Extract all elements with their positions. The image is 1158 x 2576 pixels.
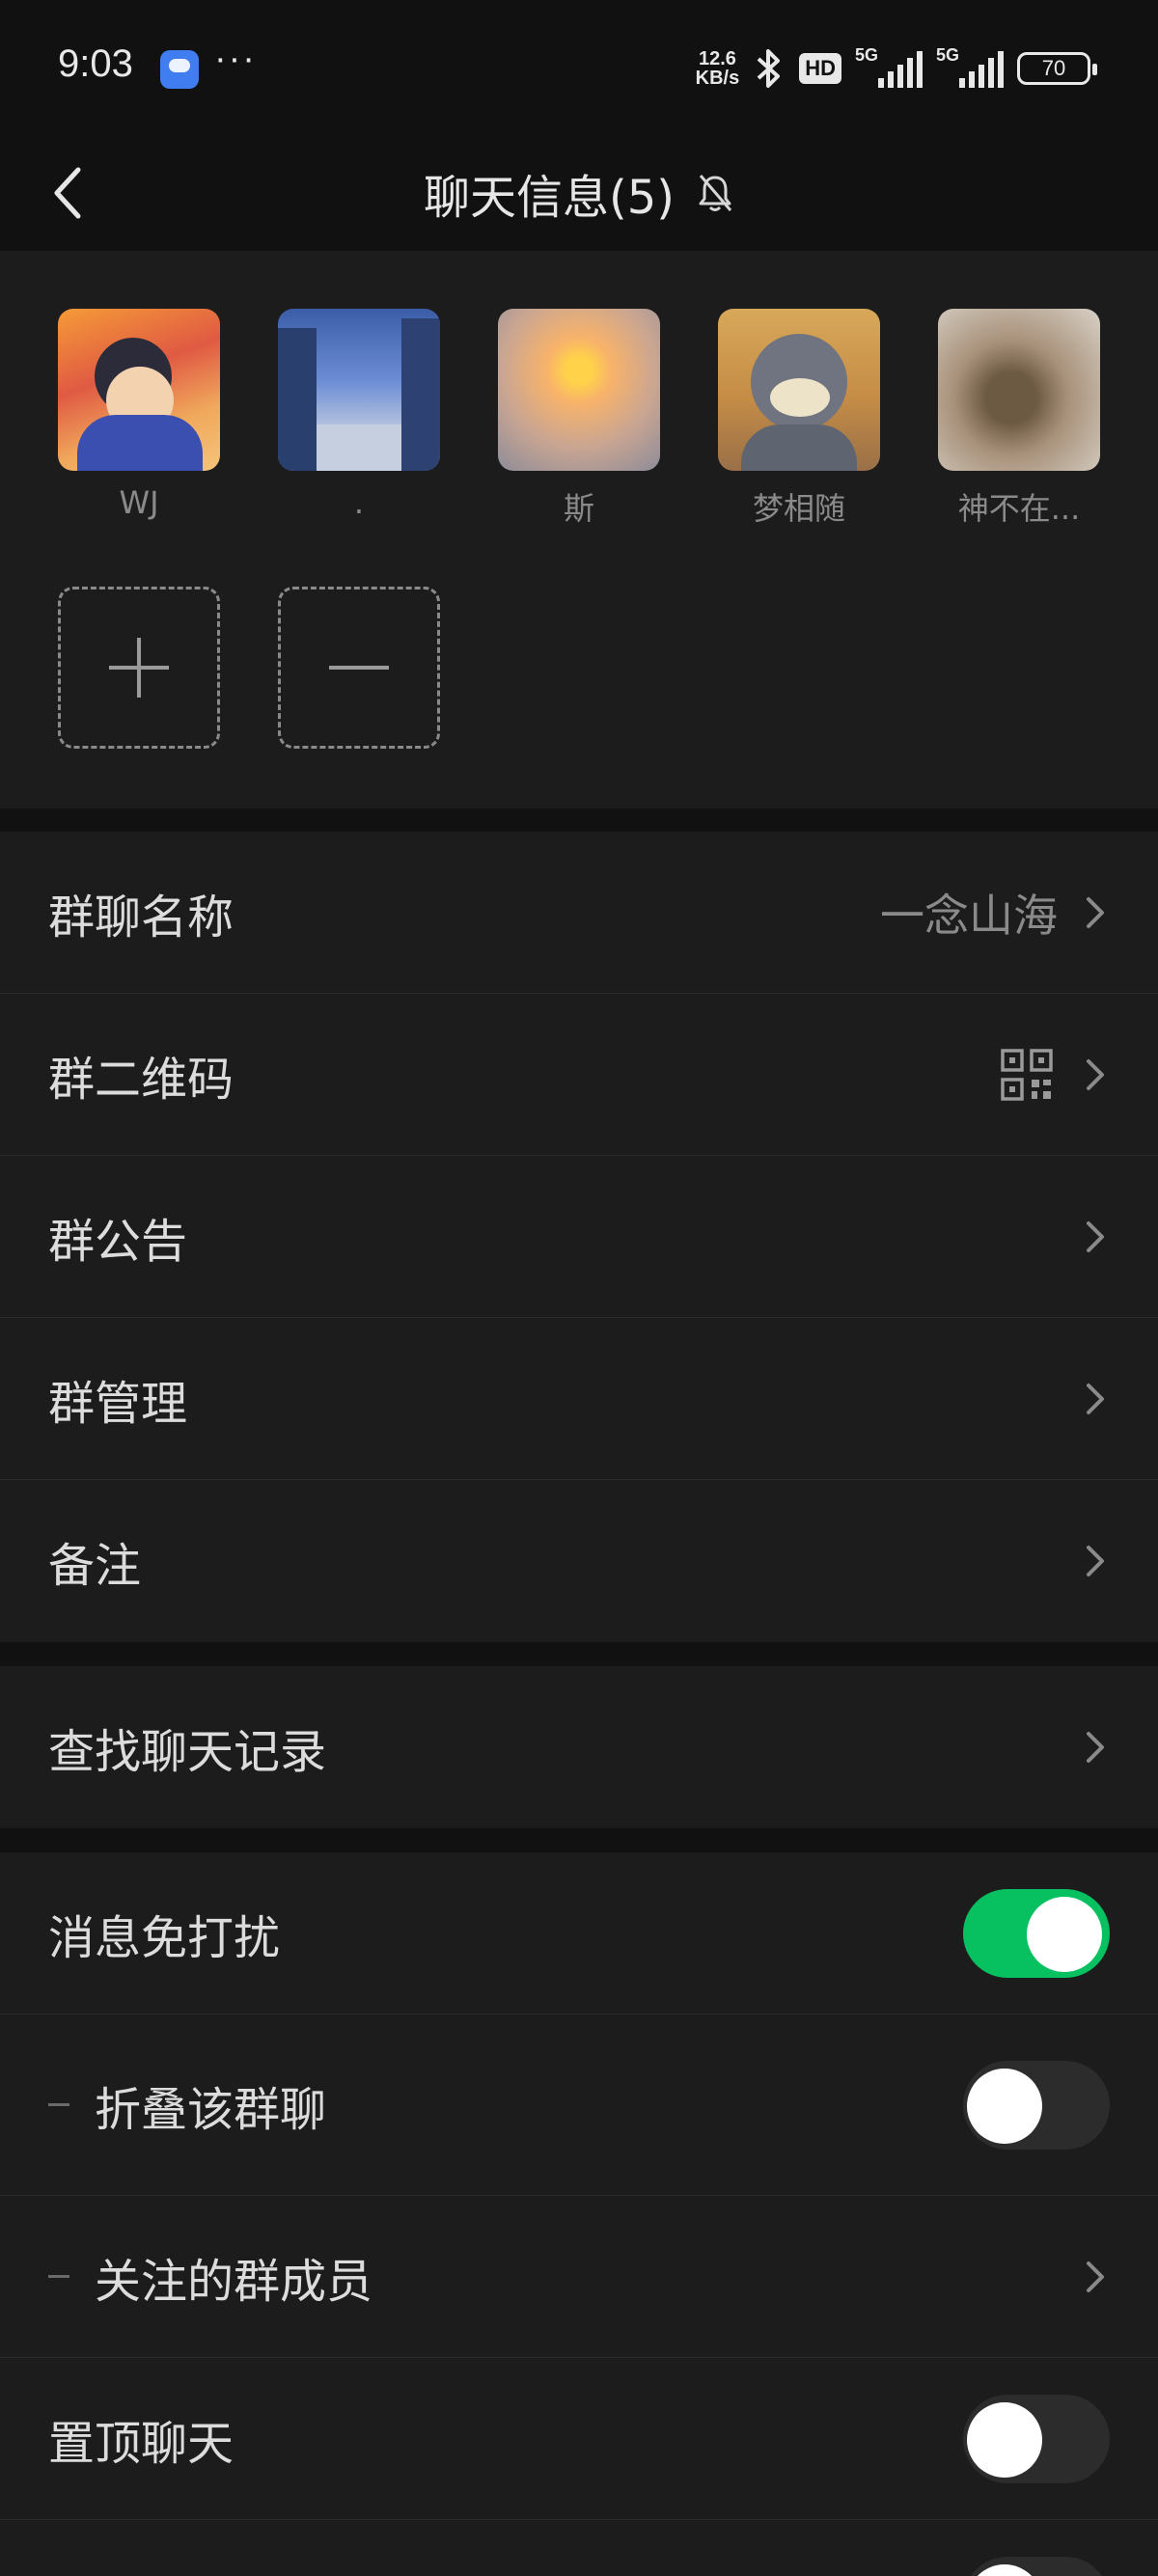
pin-chat-label: 置顶聊天 (48, 2416, 234, 2471)
mute-toggle[interactable] (963, 1888, 1110, 1978)
app-notification-icon (160, 50, 199, 89)
plus-icon (109, 638, 169, 698)
bluetooth-icon (757, 49, 781, 88)
member-name: 梦相随 (752, 490, 845, 527)
group-settings-section: 群聊名称 一念山海 群二维码 群公告 群管理 备注 (0, 832, 1158, 1642)
group-manage-row[interactable]: 群管理 (0, 1318, 1158, 1480)
toggle-knob (967, 2068, 1042, 2144)
group-name-value: 一念山海 (880, 889, 1058, 942)
member-name: . (353, 484, 365, 521)
search-history-label: 查找聊天记录 (48, 1725, 327, 1779)
add-member-button[interactable] (58, 587, 220, 749)
nav-title: 聊天信息(5) (0, 135, 1158, 251)
avatar (498, 309, 660, 471)
pin-chat-row: 置顶聊天 (0, 2358, 1158, 2520)
toggle-knob (967, 2564, 1042, 2576)
member-item[interactable]: 斯 (498, 309, 660, 529)
avatar (58, 309, 220, 471)
next-row-partial (0, 2520, 1158, 2576)
mute-label: 消息免打扰 (48, 1910, 281, 1965)
followed-members-label: 关注的群成员 (95, 2254, 373, 2309)
member-item[interactable]: . (278, 309, 440, 521)
group-manage-label: 群管理 (48, 1376, 188, 1431)
page-title: 聊天信息(5) (424, 171, 675, 225)
back-button[interactable] (29, 154, 106, 232)
chevron-right-icon (1087, 896, 1104, 928)
toggle-knob (967, 2401, 1042, 2478)
sub-item-dash (48, 2275, 69, 2278)
sim1-network-label: 5G (855, 45, 879, 65)
minus-icon (329, 666, 389, 670)
network-speed: 12.6 KB/s (696, 49, 740, 88)
group-notice-label: 群公告 (48, 1214, 188, 1269)
status-bar: 9:03 ··· 12.6 KB/s HD 5G 5G 70 (0, 0, 1158, 135)
search-history-row[interactable]: 查找聊天记录 (0, 1666, 1158, 1828)
toggle-knob (1027, 1896, 1102, 1972)
chevron-right-icon (1087, 2261, 1104, 2292)
pin-chat-toggle[interactable] (963, 2394, 1110, 2483)
fold-row: 折叠该群聊 (0, 2014, 1158, 2196)
status-time: 9:03 (58, 42, 133, 85)
chevron-right-icon (1087, 1058, 1104, 1090)
followed-members-row[interactable]: 关注的群成员 (0, 2196, 1158, 2358)
group-remark-label: 备注 (48, 1539, 142, 1593)
notification-section: 消息免打扰 折叠该群聊 关注的群成员 置顶聊天 (0, 1852, 1158, 2576)
mute-row: 消息免打扰 (0, 1852, 1158, 2014)
sub-item-dash (48, 2103, 69, 2106)
member-item[interactable]: 梦相随 (718, 309, 880, 529)
group-qrcode-row[interactable]: 群二维码 (0, 994, 1158, 1156)
avatar (938, 309, 1100, 471)
sim2-network-label: 5G (936, 45, 960, 65)
member-item[interactable]: WJ (58, 309, 220, 521)
fold-label: 折叠该群聊 (95, 2082, 327, 2137)
fold-toggle[interactable] (963, 2060, 1110, 2150)
chevron-right-icon (1087, 1546, 1104, 1576)
group-remark-row[interactable]: 备注 (0, 1480, 1158, 1642)
signal-sim1-icon: 5G (855, 45, 923, 88)
chevron-right-icon (1087, 1220, 1104, 1252)
avatar (278, 309, 440, 471)
member-name: 斯 (563, 490, 594, 527)
more-notifications-icon: ··· (214, 39, 257, 79)
member-item[interactable]: 神不在... (938, 309, 1100, 529)
nav-bar: 聊天信息(5) (0, 135, 1158, 251)
remove-member-button[interactable] (278, 587, 440, 749)
network-speed-value: 12.6 (698, 48, 736, 69)
search-section: 查找聊天记录 (0, 1666, 1158, 1828)
battery-level: 70 (1041, 56, 1066, 80)
signal-sim2-icon: 5G (936, 45, 1004, 88)
group-name-row[interactable]: 群聊名称 一念山海 (0, 832, 1158, 994)
group-name-label: 群聊名称 (48, 890, 234, 945)
network-speed-unit: KB/s (695, 68, 740, 89)
group-notice-row[interactable]: 群公告 (0, 1156, 1158, 1318)
chevron-left-icon (54, 167, 81, 219)
status-indicators: 12.6 KB/s HD 5G 5G 70 (696, 45, 1097, 91)
avatar (718, 309, 880, 471)
group-qrcode-label: 群二维码 (48, 1052, 234, 1107)
chevron-right-icon (1087, 1732, 1104, 1763)
chevron-right-icon (1087, 1383, 1104, 1414)
hd-voice-badge: HD (799, 53, 841, 84)
member-name: 神不在... (957, 490, 1081, 527)
bell-off-icon (699, 175, 732, 211)
member-grid: WJ . 斯 梦相随 神不在... (0, 251, 1158, 808)
qr-code-icon (1001, 1048, 1053, 1101)
next-toggle[interactable] (963, 2557, 1110, 2576)
member-name: WJ (119, 484, 159, 521)
battery-icon: 70 (1017, 52, 1097, 85)
